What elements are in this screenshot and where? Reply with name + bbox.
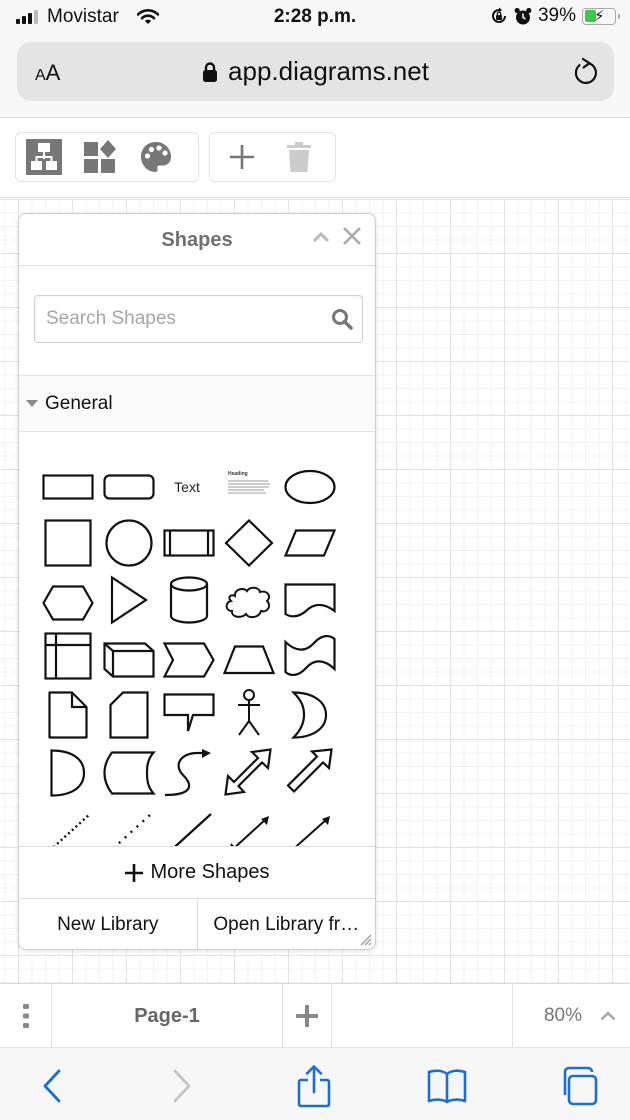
- shapes-icon: [84, 140, 116, 173]
- zoom-control[interactable]: 80%: [513, 984, 630, 1048]
- textbox-heading: Heading: [228, 471, 248, 477]
- signal-icon: [16, 10, 38, 24]
- shape-grid: Text Heading: [19, 432, 375, 855]
- chevron-up-icon[interactable]: [600, 1011, 616, 1021]
- plus-icon: [296, 1005, 318, 1027]
- format-panel-button[interactable]: [16, 133, 72, 181]
- lock-icon: [203, 61, 218, 82]
- more-shapes-button[interactable]: More Shapes: [19, 846, 375, 898]
- page-menu-button[interactable]: [0, 984, 52, 1048]
- add-page-button[interactable]: [283, 984, 332, 1048]
- more-vertical-icon: [22, 1004, 29, 1028]
- shapes-panel: Shapes General Text Heading: [18, 213, 376, 950]
- style-button[interactable]: [128, 133, 184, 181]
- expand-triangle-icon: [26, 400, 38, 407]
- more-shapes-label: More Shapes: [150, 861, 270, 883]
- back-button[interactable]: [30, 1064, 74, 1108]
- address-bar[interactable]: AA app.diagrams.net: [17, 42, 614, 101]
- url-text[interactable]: app.diagrams.net: [228, 56, 429, 87]
- tabs-button[interactable]: [556, 1064, 600, 1108]
- share-icon: [297, 1065, 331, 1108]
- open-library-button[interactable]: Open Library fr…: [196, 899, 376, 949]
- shape-parallelogram[interactable]: [280, 515, 340, 571]
- trash-icon: [287, 142, 311, 172]
- wifi-icon: [137, 9, 159, 24]
- close-icon[interactable]: [341, 225, 363, 247]
- shape-and[interactable]: [38, 745, 98, 801]
- palette-icon: [141, 142, 171, 172]
- chevron-right-icon: [173, 1069, 191, 1103]
- shape-or[interactable]: [280, 687, 340, 743]
- book-icon: [427, 1069, 467, 1104]
- shape-hexagon[interactable]: [38, 575, 98, 631]
- library-buttons: New Library Open Library fr…: [19, 898, 376, 949]
- shape-actor[interactable]: [219, 685, 279, 741]
- diagram-icon: [26, 139, 62, 175]
- shape-arrow[interactable]: [280, 745, 340, 801]
- shape-square[interactable]: [38, 515, 98, 571]
- shape-document[interactable]: [280, 573, 340, 629]
- reload-icon[interactable]: [572, 57, 600, 87]
- section-general-header[interactable]: General: [19, 376, 375, 432]
- shape-tape[interactable]: [280, 628, 340, 684]
- shape-callout[interactable]: [159, 687, 219, 743]
- shape-rounded-rectangle[interactable]: [99, 459, 159, 515]
- browser-toolbar: [0, 1047, 630, 1120]
- search-icon[interactable]: [331, 308, 353, 330]
- alarm-icon: [514, 7, 532, 24]
- shape-step[interactable]: [159, 632, 219, 688]
- insert-button[interactable]: [210, 133, 274, 181]
- shape-cylinder[interactable]: [159, 572, 219, 628]
- carrier-name: Movistar: [47, 6, 119, 27]
- toolbar-group-edit: [209, 132, 336, 182]
- shape-rectangle[interactable]: [38, 459, 98, 515]
- shape-internal-storage[interactable]: [38, 628, 98, 684]
- new-library-button[interactable]: New Library: [19, 899, 197, 949]
- forward-button[interactable]: [160, 1064, 204, 1108]
- toolbar-group-panels: [15, 132, 199, 182]
- shape-note[interactable]: [38, 687, 98, 743]
- orientation-lock-icon: [492, 7, 506, 23]
- bookmarks-button[interactable]: [425, 1064, 469, 1108]
- shapes-panel-header[interactable]: Shapes: [19, 214, 375, 266]
- shape-bidirectional-arrow[interactable]: [219, 745, 279, 801]
- zoom-level[interactable]: 80%: [544, 1005, 582, 1027]
- collapse-icon[interactable]: [311, 227, 331, 247]
- plus-icon: [124, 863, 143, 882]
- shapes-button[interactable]: [72, 133, 128, 181]
- page-tab[interactable]: Page-1: [52, 984, 283, 1048]
- search-area: [19, 266, 375, 376]
- shape-diamond[interactable]: [219, 515, 279, 571]
- shape-cloud[interactable]: [219, 575, 279, 631]
- toolbar: [0, 118, 630, 198]
- shape-textbox[interactable]: Heading: [219, 457, 279, 513]
- shape-process[interactable]: [159, 515, 219, 571]
- status-bar: Movistar 2:28 p.m. 39% ⚡︎: [0, 0, 630, 38]
- battery-percent: 39%: [537, 5, 576, 26]
- plus-icon: [230, 145, 254, 169]
- shape-text-label: Text: [174, 479, 200, 495]
- shape-cube[interactable]: [99, 632, 159, 688]
- shape-circle[interactable]: [99, 515, 159, 571]
- shape-data-storage[interactable]: [99, 745, 159, 801]
- shape-triangle[interactable]: [99, 572, 159, 628]
- chevron-left-icon: [43, 1069, 61, 1103]
- shape-trapezoid[interactable]: [219, 632, 279, 688]
- share-button[interactable]: [292, 1064, 336, 1108]
- shape-ellipse[interactable]: [280, 459, 340, 515]
- delete-button[interactable]: [274, 133, 324, 181]
- shape-curved-arrow[interactable]: [159, 745, 219, 801]
- search-shapes-input[interactable]: [34, 295, 363, 343]
- shape-card[interactable]: [99, 687, 159, 743]
- page-bar: Page-1 80%: [0, 983, 630, 1048]
- resize-grip-icon[interactable]: [358, 932, 372, 946]
- battery-charging-icon: ⚡︎: [582, 7, 620, 25]
- section-general-label: General: [45, 392, 113, 414]
- shape-text[interactable]: Text: [157, 459, 217, 515]
- tabs-icon: [563, 1066, 598, 1106]
- page-bar-spacer: [332, 984, 513, 1048]
